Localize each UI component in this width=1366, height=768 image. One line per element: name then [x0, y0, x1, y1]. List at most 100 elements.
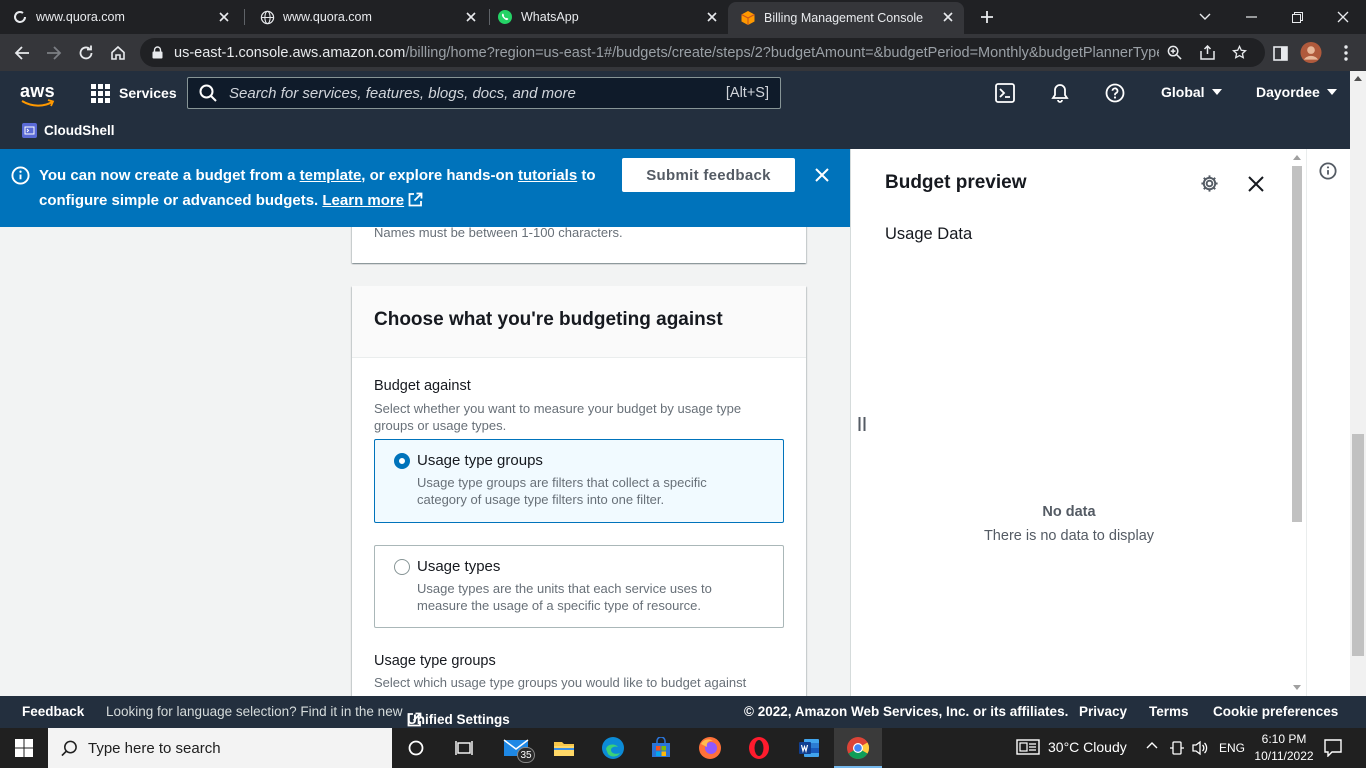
- cloudshell-favorite[interactable]: CloudShell: [22, 123, 115, 138]
- chrome-taskbar-button[interactable]: [834, 728, 882, 768]
- language-indicator[interactable]: ENG: [1219, 741, 1245, 755]
- opera-icon[interactable]: [739, 732, 779, 764]
- close-panel-icon[interactable]: [1248, 176, 1264, 192]
- file-explorer-icon[interactable]: [544, 732, 584, 764]
- usage-type-groups-desc: Select which usage type groups you would…: [374, 675, 747, 690]
- clock[interactable]: 6:10 PM 10/11/2022: [1254, 731, 1314, 765]
- cookie-preferences-link[interactable]: Cookie preferences: [1213, 704, 1338, 719]
- lock-icon[interactable]: [152, 46, 163, 59]
- minimize-icon[interactable]: [1228, 0, 1274, 34]
- aws-logo[interactable]: aws: [20, 81, 56, 107]
- close-tab-icon[interactable]: [940, 9, 956, 25]
- reload-icon[interactable]: [75, 42, 97, 64]
- profile-avatar[interactable]: [1300, 41, 1322, 63]
- browser-tab-active[interactable]: Billing Management Console: [728, 2, 964, 34]
- notifications-icon[interactable]: [1324, 739, 1342, 757]
- address-bar[interactable]: us-east-1.console.aws.amazon.com/billing…: [140, 38, 1265, 67]
- template-link[interactable]: template: [300, 167, 362, 184]
- learn-more-link[interactable]: Learn more: [322, 192, 404, 209]
- usage-type-groups-label: Usage type groups: [374, 653, 496, 669]
- taskbar-search-input[interactable]: Type here to search: [48, 728, 392, 768]
- language-hint: Looking for language selection? Find it …: [106, 704, 403, 719]
- account-menu[interactable]: Dayordee: [1256, 84, 1337, 100]
- chevron-up-icon[interactable]: [1146, 741, 1158, 749]
- mail-icon[interactable]: 35: [496, 732, 536, 764]
- share-icon[interactable]: [1200, 45, 1216, 60]
- task-view-icon[interactable]: [444, 732, 484, 764]
- budget-preview-panel: Budget preview Usage Data No data There …: [850, 149, 1306, 696]
- edge-icon[interactable]: [593, 732, 633, 764]
- page-scrollbar[interactable]: [1350, 71, 1366, 721]
- info-panel-icon[interactable]: [1319, 162, 1337, 180]
- aws-search-input[interactable]: Search for services, features, blogs, do…: [187, 77, 781, 109]
- network-icon[interactable]: [1170, 740, 1184, 756]
- option-label: Usage type groups: [417, 452, 543, 469]
- firefox-icon[interactable]: [690, 732, 730, 764]
- windows-start-icon[interactable]: [4, 732, 44, 764]
- option-label: Usage types: [417, 558, 501, 575]
- globe-icon: [259, 9, 275, 25]
- browser-menu-icon[interactable]: [1335, 42, 1357, 64]
- tab-title: www.quora.com: [283, 10, 372, 24]
- services-menu-button[interactable]: Services: [91, 82, 177, 104]
- browser-tab[interactable]: www.quora.com: [0, 0, 240, 34]
- resize-handle-icon[interactable]: [858, 417, 866, 431]
- forward-icon[interactable]: [43, 42, 65, 64]
- submit-feedback-button[interactable]: Submit feedback: [622, 158, 795, 192]
- caret-down-icon: [1211, 89, 1222, 95]
- radio-usage-type-groups[interactable]: [394, 453, 410, 469]
- help-icon[interactable]: [1104, 82, 1126, 104]
- search-placeholder: Search for services, features, blogs, do…: [229, 84, 576, 102]
- side-panel-icon[interactable]: [1269, 42, 1291, 64]
- browser-tab[interactable]: www.quora.com: [247, 0, 487, 34]
- aws-footer: Feedback Looking for language selection?…: [0, 696, 1366, 728]
- option-usage-type-groups[interactable]: Usage type groups Usage type groups are …: [374, 439, 784, 523]
- banner-message: You can now create a budget from a templ…: [39, 167, 596, 209]
- close-banner-icon[interactable]: [815, 168, 829, 182]
- store-icon[interactable]: [641, 732, 681, 764]
- budget-against-desc: Select whether you want to measure your …: [374, 401, 742, 433]
- radio-usage-types[interactable]: [394, 559, 410, 575]
- terms-link[interactable]: Terms: [1149, 704, 1189, 719]
- close-tab-icon[interactable]: [463, 9, 479, 25]
- tutorials-link[interactable]: tutorials: [518, 167, 577, 184]
- browser-tab[interactable]: WhatsApp: [485, 0, 728, 34]
- section-title: Choose what you're budgeting against: [374, 309, 723, 330]
- back-icon[interactable]: [11, 42, 33, 64]
- tab-title: WhatsApp: [521, 10, 579, 24]
- caret-down-icon: [1326, 89, 1337, 95]
- info-flash-banner: You can now create a budget from a templ…: [0, 149, 850, 227]
- word-icon[interactable]: [789, 732, 829, 764]
- external-link-icon: [407, 712, 422, 727]
- volume-icon[interactable]: [1192, 740, 1208, 756]
- new-tab-icon[interactable]: [976, 6, 998, 28]
- privacy-link[interactable]: Privacy: [1079, 704, 1127, 719]
- bookmark-star-icon[interactable]: [1232, 45, 1247, 60]
- cloudshell-icon[interactable]: [994, 82, 1016, 104]
- windows-taskbar: Type here to search 35 30°C Cloudy ENG 6…: [0, 728, 1366, 768]
- footer-feedback-link[interactable]: Feedback: [22, 704, 84, 719]
- cortana-icon[interactable]: [396, 732, 436, 764]
- search-icon: [199, 84, 217, 102]
- browser-toolbar: us-east-1.console.aws.amazon.com/billing…: [0, 34, 1366, 71]
- empty-state-title: No data: [1042, 504, 1096, 520]
- search-shortcut: [Alt+S]: [725, 85, 769, 101]
- loading-icon: [12, 9, 28, 25]
- home-icon[interactable]: [107, 42, 129, 64]
- close-tab-icon[interactable]: [704, 9, 720, 25]
- tools-rail: [1306, 149, 1350, 696]
- close-tab-icon[interactable]: [216, 9, 232, 25]
- weather-widget[interactable]: 30°C Cloudy: [1016, 739, 1127, 755]
- aws-icon: [740, 10, 756, 26]
- settings-gear-icon[interactable]: [1200, 174, 1219, 193]
- restore-icon[interactable]: [1274, 0, 1320, 34]
- close-window-icon[interactable]: [1320, 0, 1366, 34]
- region-selector[interactable]: Global: [1161, 84, 1222, 100]
- option-usage-types[interactable]: Usage types Usage types are the units th…: [374, 545, 784, 628]
- chrome-icon: [846, 736, 870, 760]
- zoom-icon[interactable]: [1167, 45, 1182, 60]
- panel-scrollbar[interactable]: [1289, 153, 1305, 696]
- tab-search-icon[interactable]: [1182, 0, 1228, 34]
- preview-title: Budget preview: [885, 172, 1027, 193]
- bell-icon[interactable]: [1049, 82, 1071, 104]
